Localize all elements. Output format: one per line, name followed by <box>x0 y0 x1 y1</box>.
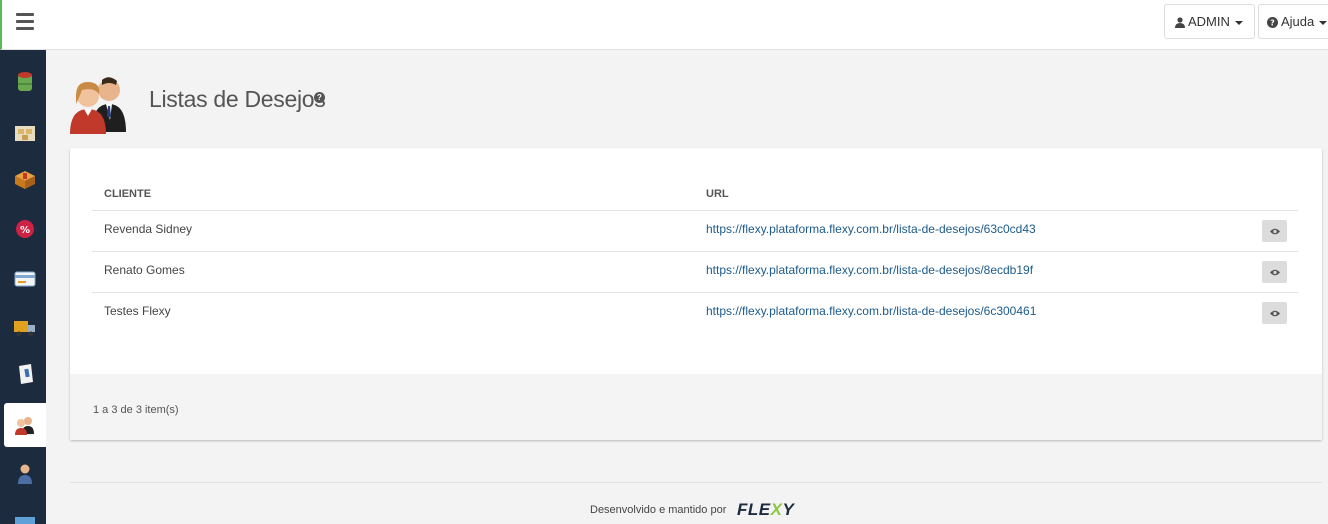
boxes-icon <box>15 126 35 141</box>
cell-cliente: Revenda Sidney <box>104 222 193 236</box>
eye-icon <box>1269 310 1280 316</box>
package-icon <box>15 171 35 189</box>
sidebar-item-shipping[interactable] <box>4 306 46 350</box>
chevron-down-icon <box>1319 20 1328 25</box>
column-header-cliente: CLIENTE <box>104 188 152 200</box>
wishlist-panel: CLIENTE URL Revenda Sidney https://flexy… <box>70 148 1322 440</box>
footer-divider <box>70 482 1322 483</box>
card-icon <box>14 271 36 287</box>
sidebar-item-content[interactable] <box>4 352 46 396</box>
sidebar-item-inventory[interactable] <box>4 110 46 154</box>
panel-footer: 1 a 3 de 3 item(s) <box>70 374 1322 440</box>
view-button[interactable] <box>1262 302 1287 324</box>
cell-url-link[interactable]: https://flexy.plataforma.flexy.com.br/li… <box>706 222 1036 236</box>
note-icon <box>19 364 33 384</box>
database-icon <box>18 72 32 91</box>
help-icon[interactable]: ? <box>314 92 325 103</box>
eye-icon <box>1269 228 1280 234</box>
footer-credit: Desenvolvido e mantido por <box>590 504 727 516</box>
view-button[interactable] <box>1262 220 1287 242</box>
users-icon <box>70 77 126 134</box>
eye-icon <box>1269 269 1280 275</box>
flexy-logo: FLEXY <box>737 500 794 520</box>
truck-icon <box>14 321 35 337</box>
cell-url-link[interactable]: https://flexy.plataforma.flexy.com.br/li… <box>706 263 1033 277</box>
question-circle-icon: ? <box>1267 17 1278 29</box>
person-icon <box>18 464 32 484</box>
wishlist-table: CLIENTE URL Revenda Sidney https://flexy… <box>70 148 1322 374</box>
view-button[interactable] <box>1262 261 1287 283</box>
user-icon <box>1175 17 1185 29</box>
pagination-count: 1 a 3 de 3 item(s) <box>93 404 179 416</box>
chevron-down-icon <box>1234 20 1243 25</box>
sidebar-item-media[interactable] <box>4 502 46 524</box>
help-menu-label: Ajuda <box>1281 14 1315 29</box>
sidebar-item-database[interactable] <box>4 60 46 104</box>
help-menu-button[interactable]: ? Ajuda <box>1258 4 1328 39</box>
flexy-logo-part: FLE <box>737 500 771 519</box>
image-icon <box>15 517 35 524</box>
sidebar-item-products[interactable] <box>4 158 46 202</box>
cell-url-link[interactable]: https://flexy.plataforma.flexy.com.br/li… <box>706 304 1036 318</box>
discount-icon: % <box>16 220 34 238</box>
table-row: Renato Gomes https://flexy.plataforma.fl… <box>92 251 1298 292</box>
table-row: Testes Flexy https://flexy.plataforma.fl… <box>92 292 1298 333</box>
cell-cliente: Testes Flexy <box>104 304 171 318</box>
page-title: Listas de Desejos <box>149 86 326 112</box>
table-row: Revenda Sidney https://flexy.plataforma.… <box>92 210 1298 251</box>
flexy-logo-x: X <box>770 500 783 519</box>
cell-cliente: Renato Gomes <box>104 263 185 277</box>
sidebar-item-users[interactable] <box>4 452 46 496</box>
sidebar-item-payments[interactable] <box>4 257 46 301</box>
users-icon <box>15 417 34 435</box>
sidebar: % <box>0 50 46 524</box>
top-bar: ADMIN ? Ajuda <box>0 0 1328 50</box>
column-header-url: URL <box>706 188 729 200</box>
svg-text:%: % <box>20 225 30 236</box>
sidebar-item-wishlists[interactable] <box>4 403 46 447</box>
flexy-logo-part: Y <box>782 500 795 519</box>
sidebar-item-promotions[interactable]: % <box>4 207 46 251</box>
svg-text:?: ? <box>1270 19 1275 28</box>
user-menu-label: ADMIN <box>1188 14 1230 29</box>
menu-icon[interactable] <box>16 13 36 31</box>
user-menu-button[interactable]: ADMIN <box>1164 4 1255 39</box>
